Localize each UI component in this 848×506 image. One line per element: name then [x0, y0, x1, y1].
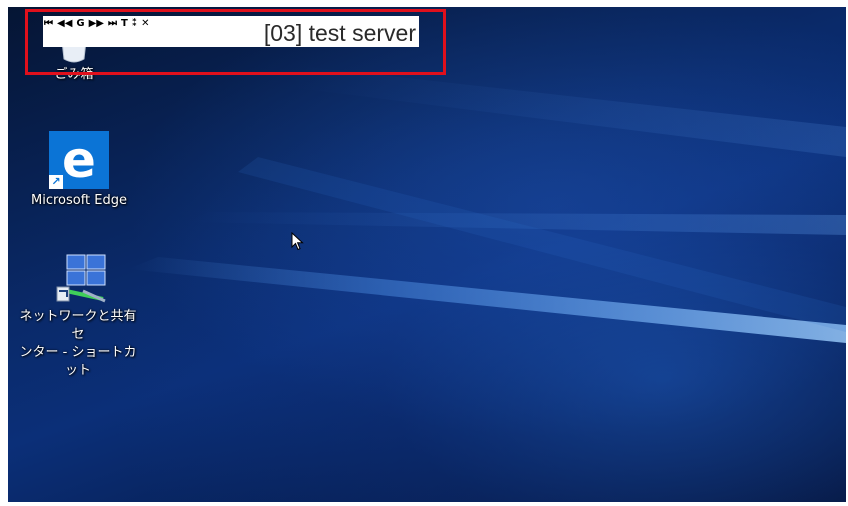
network-label: ネットワークと共有セ ンター - ショートカット — [19, 309, 137, 378]
network-sharing-center-desktop-icon[interactable]: ネットワークと共有セ ンター - ショートカット — [18, 253, 138, 380]
microsoft-edge-desktop-icon[interactable]: e ↗ Microsoft Edge — [19, 131, 139, 210]
highlight-box — [25, 9, 446, 75]
network-icon — [43, 253, 113, 305]
edge-label: Microsoft Edge — [30, 193, 127, 208]
remote-desktop-screen[interactable]: ごみ箱 e ↗ Microsoft Edge ネットワークと共有セ ンター - … — [8, 7, 846, 502]
edge-icon: e ↗ — [49, 131, 109, 189]
shortcut-arrow-icon: ↗ — [49, 175, 63, 189]
mouse-cursor-icon — [291, 232, 304, 251]
